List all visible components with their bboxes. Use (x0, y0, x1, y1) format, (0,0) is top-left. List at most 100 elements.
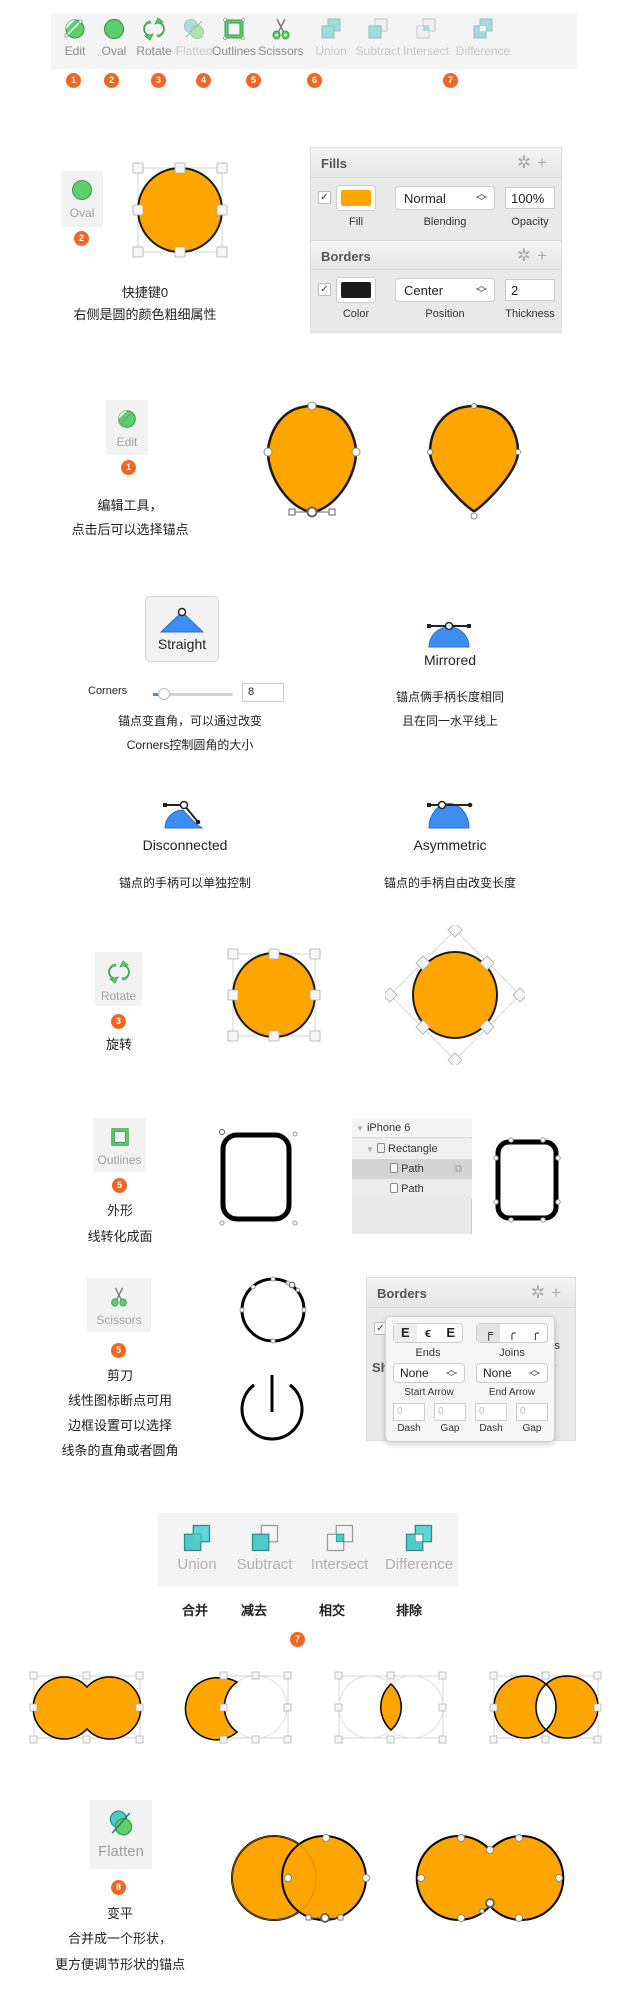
badge-6: 6 (307, 73, 322, 88)
caption: 线转化成面 (87, 1229, 153, 1244)
toolbar-label: Subtract (355, 44, 401, 58)
oval-icon (72, 180, 92, 200)
round-join-icon[interactable]: ╭ (500, 1324, 523, 1342)
edit-shape-pointed[interactable] (424, 400, 524, 525)
gap-input[interactable]: 0 (434, 1403, 466, 1421)
subtract-result-shape[interactable] (175, 1670, 295, 1748)
difference-result-shape[interactable] (485, 1670, 605, 1748)
subtract-cn-label: 减去 (241, 1603, 268, 1618)
border-checkbox[interactable]: ✓ (318, 283, 331, 296)
badge-4: 4 (196, 73, 211, 88)
toolbar-union-button[interactable]: Union (305, 17, 357, 58)
bevel-join-icon[interactable]: ╭ (524, 1324, 547, 1342)
border-color-swatch[interactable] (336, 277, 376, 303)
power-icon-shape[interactable] (234, 1370, 310, 1452)
mirrored-label: Mirrored (423, 652, 477, 668)
caption: 更方便调节形状的锚点 (54, 1957, 185, 1972)
flatten-after-shape[interactable] (415, 1830, 565, 1930)
shape-icon (376, 1143, 385, 1153)
rotated-shape[interactable] (385, 925, 525, 1065)
intersect-result-shape[interactable] (330, 1670, 450, 1748)
rotate-shape[interactable] (224, 945, 324, 1045)
path-icon (390, 1163, 398, 1173)
edit-shape-curved[interactable] (262, 400, 362, 525)
plus-icon[interactable]: + (551, 1283, 567, 1302)
union-result-shape[interactable] (25, 1670, 145, 1748)
subtract-button[interactable]: Subtract (227, 1523, 302, 1573)
path-icon (390, 1183, 398, 1193)
end-arrow-select[interactable]: None ︿ ﹀ (476, 1363, 548, 1384)
position-label: Position (425, 308, 465, 320)
badge: 5 (111, 1343, 126, 1358)
fills-header: Fills ✲+ (311, 148, 561, 178)
scissors-circle[interactable] (238, 1275, 308, 1345)
square-end-icon[interactable]: Ε (439, 1324, 462, 1342)
position-select[interactable]: Center ︿ ﹀ (395, 278, 495, 302)
layer-row[interactable]: ▼ iPhone 6 (352, 1118, 472, 1138)
disclosure-icon[interactable]: ▼ (356, 1124, 364, 1133)
plus-icon[interactable]: + (537, 153, 553, 172)
gear-icon[interactable]: ✲ (517, 153, 537, 172)
fill-checkbox[interactable]: ✓ (318, 191, 331, 204)
corners-slider[interactable] (153, 688, 233, 700)
toolbar-outlines-button[interactable]: Outlines (208, 17, 260, 58)
toolbar-difference-button[interactable]: Difference (453, 17, 513, 58)
gap-input[interactable]: 0 (516, 1403, 548, 1421)
flatten-before-shape[interactable] (228, 1830, 378, 1930)
butt-end-icon[interactable]: E (394, 1324, 417, 1342)
toolbar-intersect-button[interactable]: Intersect (400, 17, 452, 58)
outline-rectangle[interactable] (215, 1125, 300, 1230)
borders-title: Borders (377, 1286, 427, 1301)
opacity-input[interactable]: 100% (505, 187, 555, 209)
round-end-icon[interactable]: ϵ (417, 1324, 440, 1342)
fill-color-swatch[interactable] (336, 185, 376, 211)
badge-1: 1 (66, 73, 81, 88)
dash-input[interactable]: 0 (393, 1403, 425, 1421)
outlined-rectangle[interactable] (490, 1130, 565, 1230)
union-button[interactable]: Union (167, 1523, 227, 1573)
miter-join-icon[interactable]: ╒ (477, 1324, 501, 1342)
color-label: Color (342, 308, 370, 320)
fills-title: Fills (321, 156, 348, 171)
plus-icon[interactable]: + (537, 246, 553, 265)
slider-thumb[interactable] (158, 688, 170, 700)
caption: 外形 (106, 1203, 133, 1218)
layer-row-selected[interactable]: Path ⧉ (352, 1159, 472, 1179)
flatten-icon (109, 1810, 133, 1836)
corners-input[interactable]: 8 (242, 683, 284, 702)
borders-title: Borders (321, 249, 371, 264)
toolbar-scissors-button[interactable]: Scissors (255, 17, 307, 58)
layer-row[interactable]: ▼ Rectangle (352, 1139, 472, 1159)
caption: 右侧是圆的颜色粗细属性 (73, 307, 217, 322)
description: 锚点的手柄自由改变长度 (383, 876, 516, 890)
thickness-label: Thickness (505, 308, 555, 320)
oval-tool-card: Oval (61, 171, 103, 227)
badge: 2 (74, 231, 89, 246)
gap-label: Gap (522, 1423, 542, 1434)
union-label: Union (177, 1556, 217, 1573)
thickness-input[interactable]: 2 (505, 279, 555, 301)
gear-icon[interactable]: ✲ (517, 246, 537, 265)
oval-shape-selected[interactable] (130, 160, 230, 260)
difference-button[interactable]: Difference (379, 1523, 459, 1573)
disclosure-icon[interactable]: ▼ (366, 1145, 374, 1154)
intersect-button[interactable]: Intersect (302, 1523, 377, 1573)
outlines-tool-card: Outlines (93, 1118, 146, 1172)
gear-icon[interactable]: ✲ (531, 1283, 551, 1302)
toolbar-label: Outlines (211, 44, 257, 58)
caption: 旋转 (105, 1037, 132, 1052)
layer-name: iPhone 6 (366, 1122, 411, 1134)
blending-select[interactable]: Normal ︿ ﹀ (395, 186, 495, 210)
dash-input[interactable]: 0 (475, 1403, 507, 1421)
mask-icon: ⧉ (454, 1163, 462, 1175)
caption: 快捷键0 (121, 285, 169, 300)
caption: 线性图标断点可用 (67, 1393, 172, 1408)
straight-button[interactable]: Straight (145, 596, 219, 662)
subtract-icon (251, 1524, 278, 1552)
start-arrow-select[interactable]: None ︿ ﹀ (393, 1363, 465, 1384)
caption: 编辑工具， (97, 498, 163, 513)
joins-segmented: ╒ ╭ ╭ (476, 1323, 548, 1343)
toolbar-subtract-button[interactable]: Subtract (352, 17, 404, 58)
opacity-label: Opacity (511, 216, 549, 228)
layer-row[interactable]: Path (352, 1179, 472, 1199)
